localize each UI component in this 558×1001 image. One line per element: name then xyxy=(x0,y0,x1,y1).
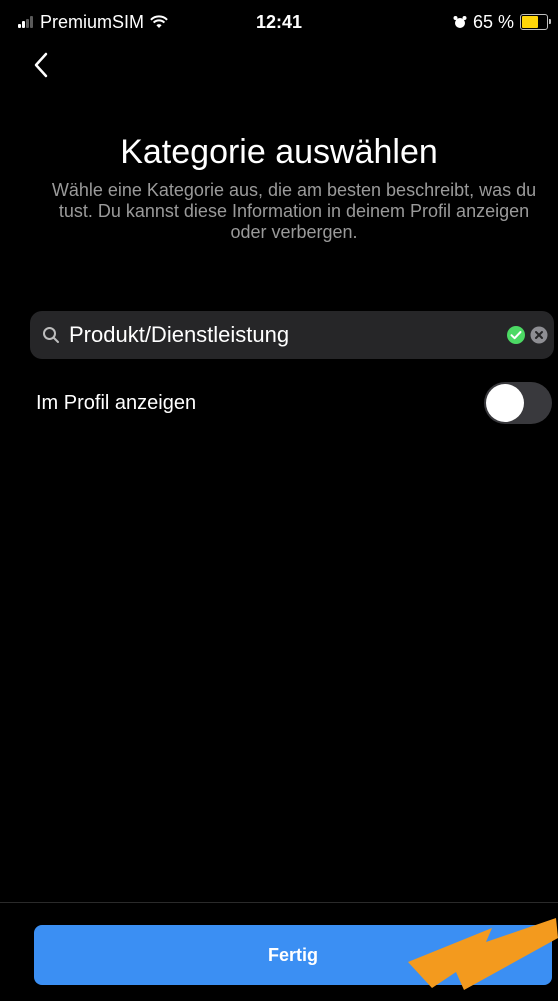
status-bar: PremiumSIM 12:41 65 % xyxy=(0,0,558,42)
battery-fill xyxy=(522,16,538,28)
page-subtitle: Wähle eine Kategorie aus, die am besten … xyxy=(51,180,537,242)
annotation-arrow-icon xyxy=(408,918,558,990)
back-button[interactable] xyxy=(26,48,66,88)
battery-percent: 65 % xyxy=(472,12,514,32)
show-in-profile-label: Im Profil anzeigen xyxy=(36,391,197,414)
alarm-icon xyxy=(453,16,467,28)
search-value[interactable]: Produkt/Dienstleistung xyxy=(69,322,506,348)
battery-icon xyxy=(520,14,551,30)
show-in-profile-toggle[interactable] xyxy=(484,382,552,424)
check-icon xyxy=(507,326,525,344)
clear-icon[interactable] xyxy=(530,326,548,344)
status-right: 65 % xyxy=(453,12,551,32)
search-icon xyxy=(43,327,59,343)
category-search-field[interactable]: Produkt/Dienstleistung xyxy=(30,311,554,359)
page-title: Kategorie auswählen xyxy=(120,133,438,171)
back-icon xyxy=(34,52,48,78)
toggle-knob xyxy=(486,384,524,422)
show-in-profile-row: Im Profil anzeigen xyxy=(36,382,552,424)
